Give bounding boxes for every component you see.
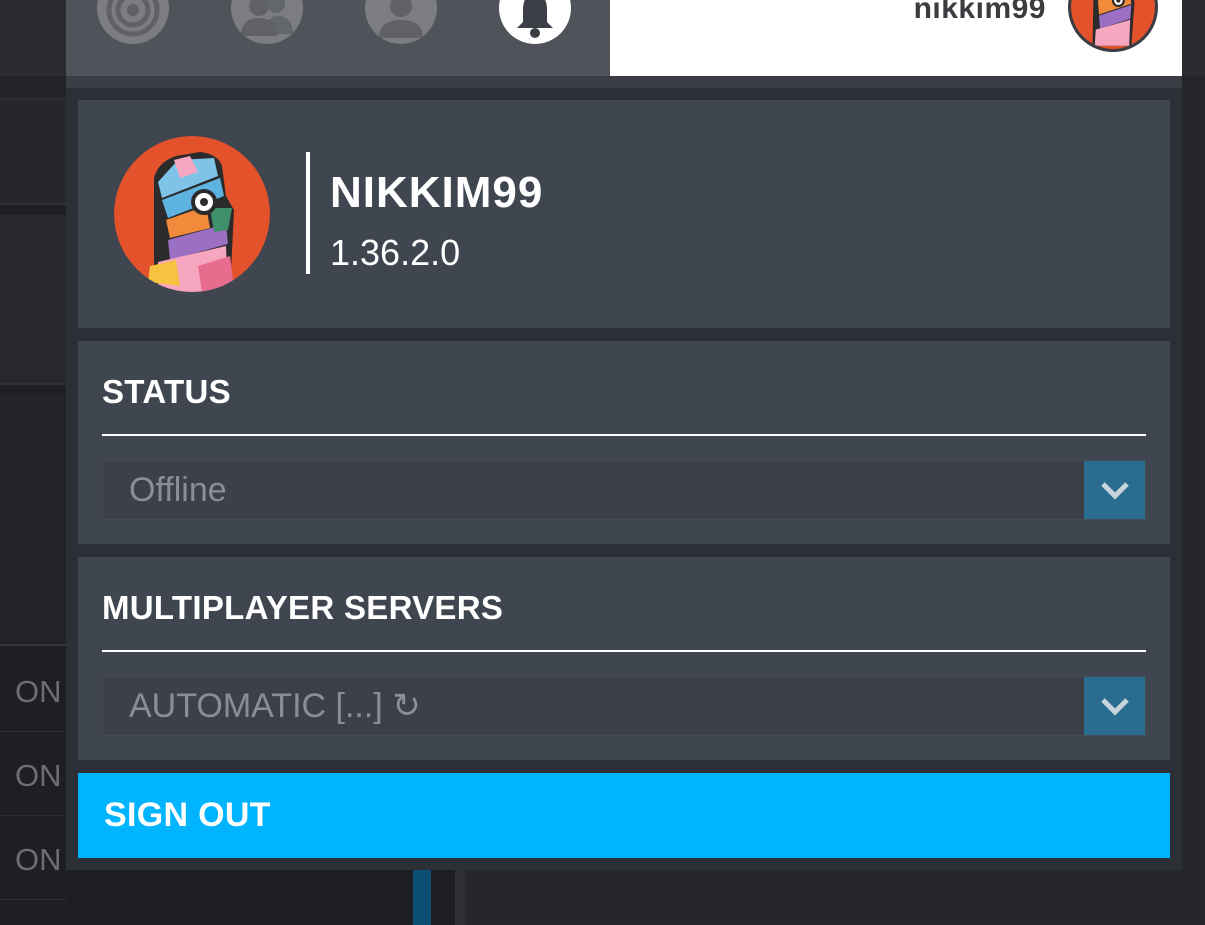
status-dropdown[interactable]: Offline: [102, 460, 1146, 520]
background-separator: [455, 870, 465, 925]
profile-card: NIKKIM99 1.36.2.0: [78, 100, 1170, 328]
background-list: ON ON ON: [0, 644, 66, 925]
chevron-down-icon: [1100, 482, 1129, 500]
chevron-down-icon: [1100, 698, 1129, 716]
multiplayer-server-dropdown[interactable]: AUTOMATIC [...] ↻: [102, 676, 1146, 736]
background-panel: [0, 395, 66, 640]
multiplayer-selected-value: AUTOMATIC [...] ↻: [129, 687, 421, 725]
status-title: STATUS: [102, 373, 231, 410]
sign-out-button[interactable]: SIGN OUT: [78, 773, 1170, 858]
status-divider: [102, 434, 1146, 436]
background-accent-strip: [413, 870, 431, 925]
status-selected-value: Offline: [129, 471, 227, 509]
friends-icon[interactable]: [231, 0, 303, 44]
multiplayer-dropdown-toggle[interactable]: [1084, 677, 1145, 735]
divider-bar: [306, 152, 310, 274]
app-version: 1.36.2.0: [330, 232, 461, 273]
background-edge: [1182, 76, 1205, 925]
background-row-label: ON: [0, 820, 66, 900]
profile-icon-glyph: [379, 0, 423, 38]
background-box: [465, 870, 1182, 925]
sign-out-label: SIGN OUT: [104, 796, 271, 834]
background-panel: [0, 215, 66, 385]
top-nav-bar: nikkim99: [66, 0, 1182, 88]
profile-icon[interactable]: [365, 0, 437, 44]
account-header[interactable]: nikkim99: [610, 0, 1182, 76]
bell-icon: [517, 0, 553, 38]
profile-avatar: [114, 136, 270, 292]
multiplayer-divider: [102, 650, 1146, 652]
header-username: nikkim99: [913, 0, 1046, 25]
notifications-icon[interactable]: [499, 0, 571, 44]
gamertag: NIKKIM99: [330, 168, 544, 217]
header-avatar[interactable]: [1068, 0, 1158, 52]
target-icon[interactable]: [97, 0, 169, 44]
multiplayer-servers-section: MULTIPLAYER SERVERS AUTOMATIC [...] ↻: [78, 557, 1170, 760]
background-panel: [0, 100, 66, 205]
target-icon-glyph: [106, 0, 160, 37]
background-row-label: ON: [0, 652, 66, 732]
status-dropdown-toggle[interactable]: [1084, 461, 1145, 519]
profile-popup: nikkim99 NIKKIM99 1.36.2.0 STATUS Offlin…: [66, 0, 1182, 870]
background-row-label: ON: [0, 736, 66, 816]
status-section: STATUS Offline: [78, 341, 1170, 544]
avatar-image: [114, 136, 270, 292]
top-nav-shadow: [66, 76, 1182, 88]
friends-icon-glyph: [241, 0, 293, 36]
multiplayer-title: MULTIPLAYER SERVERS: [102, 589, 504, 626]
avatar-image: [1071, 0, 1155, 49]
